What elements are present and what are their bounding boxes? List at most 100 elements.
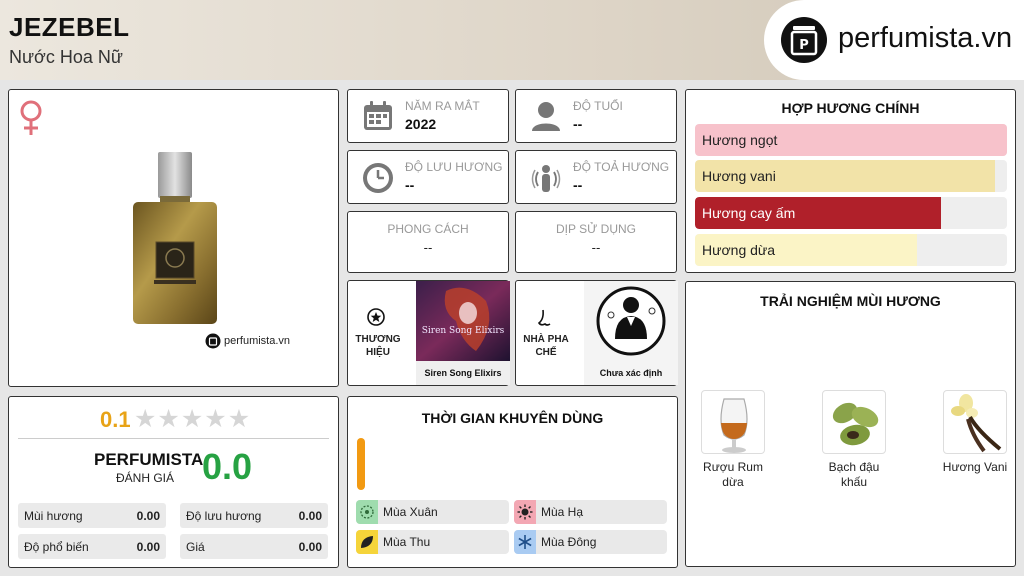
season-autumn: Mùa Thu (356, 530, 509, 554)
perfume-subtitle: Nước Hoa Nữ (9, 47, 123, 67)
accord-label: Hương dừa (702, 242, 776, 258)
perfumista-sub: ĐÁNH GIÁ (116, 471, 175, 485)
tile-longevity: ĐỘ LƯU HƯƠNG -- (347, 150, 509, 204)
metric-value: 0.00 (298, 540, 322, 554)
accord-bar: Hương vani (695, 160, 1007, 192)
accord-label: Hương vani (702, 168, 776, 184)
sillage-value: -- (573, 177, 583, 193)
season-spring: Mùa Xuân (356, 500, 509, 524)
brand-name-caption: Siren Song Elixirs (424, 368, 502, 378)
snowflake-icon (514, 530, 536, 554)
metric-value: 0.00 (136, 540, 160, 554)
perfumista-label: PERFUMISTA (94, 450, 204, 469)
perfumer-tile-label: NHÀ PHA CHẾ (523, 334, 569, 358)
brand-side: THƯƠNG HIỆU (348, 281, 406, 385)
siren-art-icon: Siren Song Elixirs (416, 281, 510, 361)
longevity-label: ĐỘ LƯU HƯƠNG (405, 160, 503, 174)
perfume-bottle-image (133, 152, 217, 324)
tile-year: NĂM RA MẮT 2022 (347, 89, 509, 143)
metric-longevity: Độ lưu hương 0.00 (180, 503, 328, 528)
rum-glass-icon (701, 390, 765, 454)
year-value: 2022 (405, 116, 437, 132)
accord-label: Hương cay ấm (702, 205, 796, 221)
occasion-label: DỊP SỬ DỤNG (555, 222, 637, 236)
experience-card: TRẢI NGHIỆM MÙI HƯƠNG Rượu Rum dừa Bạch … (685, 281, 1016, 567)
tile-sillage: ĐỘ TOẢ HƯƠNG -- (515, 150, 677, 204)
accord-bar: Hương cay ấm (695, 197, 1007, 229)
tile-age: ĐỘ TUỔI -- (515, 89, 677, 143)
accord-bar: Hương dừa (695, 234, 1007, 266)
metric-label: Độ phổ biến (24, 540, 89, 554)
venus-icon (20, 100, 42, 135)
perfumer-side: NHÀ PHA CHẾ (516, 281, 574, 385)
accords-title: HỢP HƯƠNG CHÍNH (781, 100, 920, 116)
recommended-time-bar (357, 438, 365, 490)
leaf-icon (356, 530, 378, 554)
siren-art-text: Siren Song Elixirs (422, 326, 505, 336)
perfumista-score: 0.0 (202, 446, 253, 487)
metric-value: 0.00 (136, 509, 160, 523)
accords-card: HỢP HƯƠNG CHÍNH Hương ngọt Hương vani Hươn… (685, 89, 1016, 273)
brand-tile-label: THƯƠNG HIỆU (355, 334, 401, 358)
accord-label: Hương ngọt (702, 132, 778, 148)
perfumer-avatar-icon (596, 286, 666, 356)
metric-scent: Mùi hương 0.00 (18, 503, 166, 528)
note-label: Bạch đậu khấu (828, 460, 880, 489)
perfume-title: JEZEBEL (9, 12, 130, 42)
experience-title: TRẢI NGHIỆM MÙI HƯƠNG (760, 293, 941, 309)
perfumer-name-caption: Chưa xác định (599, 368, 663, 378)
star-icon[interactable]: ★ (204, 404, 226, 434)
longevity-value: -- (405, 177, 415, 193)
season-summer: Mùa Hạ (514, 500, 667, 524)
calendar-icon (364, 101, 392, 130)
product-watermark: perfumista.vn (205, 333, 290, 349)
season-winter: Mùa Đông (514, 530, 667, 554)
age-value: -- (573, 116, 583, 132)
style-value: -- (423, 240, 433, 255)
note-label: Rượu Rum dừa (703, 460, 763, 489)
star-rating[interactable]: ★ ★ ★ ★ ★ (134, 404, 250, 434)
metric-price: Giá 0.00 (180, 534, 328, 559)
nose-icon (537, 309, 551, 326)
vanilla-icon (943, 390, 1007, 454)
sillage-person-icon (531, 165, 561, 192)
perfumer-tile[interactable]: NHÀ PHA CHẾ Chưa xác định (515, 280, 678, 386)
note-item[interactable]: Bạch đậu khấu (814, 390, 894, 490)
brand-name[interactable]: perfumista.vn (838, 22, 1012, 55)
clock-icon (363, 163, 393, 193)
metric-label: Mùi hương (24, 509, 83, 523)
perfumista-small-icon (205, 333, 221, 349)
metric-value: 0.00 (298, 509, 322, 523)
note-label: Hương Vani (942, 460, 1008, 474)
star-icon[interactable]: ★ (228, 404, 250, 434)
star-badge-icon (367, 308, 385, 326)
rating-divider (18, 438, 329, 439)
star-icon[interactable]: ★ (134, 404, 156, 434)
season-label: Mùa Hạ (541, 505, 584, 519)
user-score: 0.1 (100, 407, 131, 432)
sun-icon (514, 500, 536, 524)
style-label: PHONG CÁCH (387, 222, 469, 236)
tile-style: PHONG CÁCH -- (347, 211, 509, 273)
metric-label: Độ lưu hương (186, 509, 262, 523)
sillage-label: ĐỘ TOẢ HƯƠNG (573, 160, 670, 174)
star-icon[interactable]: ★ (157, 404, 179, 434)
note-item[interactable]: Hương Vani (935, 390, 1015, 475)
season-label: Mùa Xuân (383, 505, 438, 519)
spring-icon (356, 500, 378, 524)
perfumista-logo-icon: P (781, 17, 827, 63)
age-label: ĐỘ TUỔI (573, 99, 623, 113)
note-item[interactable]: Rượu Rum dừa (693, 390, 773, 490)
metric-label: Giá (186, 540, 205, 554)
watermark-text: perfumista.vn (224, 335, 291, 347)
accord-bar: Hương ngọt (695, 124, 1007, 156)
year-label: NĂM RA MẮT (405, 99, 480, 113)
metric-popularity: Độ phổ biến 0.00 (18, 534, 166, 559)
season-label: Mùa Đông (541, 535, 597, 549)
season-label: Mùa Thu (383, 535, 431, 549)
star-icon[interactable]: ★ (181, 404, 203, 434)
tile-occasion: DỊP SỬ DỤNG -- (515, 211, 677, 273)
brand-tile[interactable]: THƯƠNG HIỆU Siren Song Elixirs Siren Son… (347, 280, 510, 386)
season-title: THỜI GIAN KHUYÊN DÙNG (421, 410, 604, 426)
page-header: JEZEBEL Nước Hoa Nữ P perfumista.vn (0, 0, 1024, 80)
